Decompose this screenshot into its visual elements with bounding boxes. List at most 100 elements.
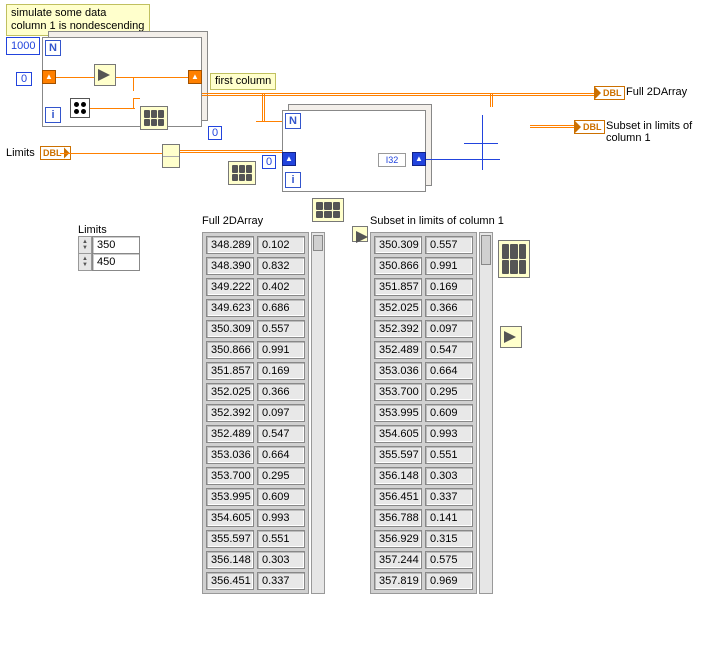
index-array-node-a — [162, 144, 180, 168]
build-array-node-1 — [140, 106, 168, 130]
table-cell: 349.222 — [206, 278, 254, 296]
table-cell: 0.295 — [425, 383, 473, 401]
table-cell: 0.366 — [257, 383, 305, 401]
full-2darray-terminal[interactable]: DBL — [594, 86, 625, 100]
loop2-n-terminal: N — [285, 113, 301, 129]
table-cell: 0.557 — [425, 236, 473, 254]
table-row: 351.8570.169 — [374, 278, 473, 296]
table-cell: 0.969 — [425, 572, 473, 590]
table-cell: 0.686 — [257, 299, 305, 317]
full-array-rows: 348.2890.102348.3900.832349.2220.402349.… — [202, 232, 309, 594]
table-cell: 0.547 — [425, 341, 473, 359]
table-cell: 0.991 — [425, 257, 473, 275]
table-cell: 0.557 — [257, 320, 305, 338]
table-cell: 0.097 — [425, 320, 473, 338]
table-cell: 0.169 — [425, 278, 473, 296]
table-cell: 356.451 — [206, 572, 254, 590]
table-cell: 348.390 — [206, 257, 254, 275]
subset-terminal[interactable]: DBL — [574, 120, 605, 134]
build-array-node-2 — [228, 161, 256, 185]
table-row: 349.2220.402 — [206, 278, 305, 296]
first-column-label: first column — [210, 73, 276, 90]
n-constant-1000[interactable]: 1000 — [6, 37, 40, 55]
zero-constant-2[interactable]: 0 — [208, 126, 222, 140]
full-array-scrollbar[interactable] — [311, 232, 325, 594]
table-cell: 0.993 — [257, 509, 305, 527]
table-row: 356.1480.303 — [206, 551, 305, 569]
table-cell: 357.244 — [374, 551, 422, 569]
table-cell: 352.392 — [374, 320, 422, 338]
limits-value-0[interactable]: 350 — [92, 236, 140, 254]
subset-label: Subset in limits of column 1 — [606, 120, 725, 144]
table-cell: 0.337 — [257, 572, 305, 590]
table-row: 348.2890.102 — [206, 236, 305, 254]
table-cell: 353.036 — [374, 362, 422, 380]
subset-array-header: Subset in limits of column 1 — [370, 215, 504, 227]
table-row: 350.8660.991 — [374, 257, 473, 275]
table-cell: 353.995 — [374, 404, 422, 422]
table-cell: 0.664 — [257, 446, 305, 464]
limits-value-1[interactable]: 450 — [92, 253, 140, 271]
table-row: 354.6050.993 — [206, 509, 305, 527]
spin-icon[interactable]: ▲▼ — [78, 253, 92, 271]
for-loop-find — [282, 110, 426, 192]
table-cell: 0.832 — [257, 257, 305, 275]
table-cell: 350.309 — [374, 236, 422, 254]
table-cell: 0.141 — [425, 509, 473, 527]
table-row: 352.0250.366 — [206, 383, 305, 401]
table-row: 356.4510.337 — [206, 572, 305, 590]
table-cell: 0.547 — [257, 425, 305, 443]
spin-icon[interactable]: ▲▼ — [78, 236, 92, 254]
comment-line1: simulate some data — [11, 7, 106, 19]
table-cell: 0.102 — [257, 236, 305, 254]
table-cell: 0.402 — [257, 278, 305, 296]
table-row: 355.5970.551 — [374, 446, 473, 464]
table-cell: 352.489 — [374, 341, 422, 359]
subset-array-scrollbar[interactable] — [479, 232, 493, 594]
table-cell: 352.025 — [374, 299, 422, 317]
random-dice-icon — [70, 98, 90, 118]
table-cell: 352.392 — [206, 404, 254, 422]
table-cell: 352.489 — [206, 425, 254, 443]
table-cell: 357.819 — [374, 572, 422, 590]
table-cell: 352.025 — [206, 383, 254, 401]
limits-in-label: Limits — [6, 147, 35, 159]
table-cell: 0.303 — [257, 551, 305, 569]
for-loop-generate — [42, 37, 202, 127]
table-cell: 354.605 — [206, 509, 254, 527]
table-cell: 0.991 — [257, 341, 305, 359]
table-cell: 356.148 — [206, 551, 254, 569]
zero-constant-1[interactable]: 0 — [16, 72, 32, 86]
table-row: 353.0360.664 — [374, 362, 473, 380]
table-cell: 0.575 — [425, 551, 473, 569]
table-row: 352.3920.097 — [206, 404, 305, 422]
table-cell: 0.551 — [425, 446, 473, 464]
table-cell: 356.788 — [374, 509, 422, 527]
table-cell: 353.700 — [206, 467, 254, 485]
table-row: 352.3920.097 — [374, 320, 473, 338]
table-cell: 0.303 — [425, 467, 473, 485]
table-row: 353.9950.609 — [206, 488, 305, 506]
table-cell: 0.337 — [425, 488, 473, 506]
table-cell: 356.929 — [374, 530, 422, 548]
table-cell: 348.289 — [206, 236, 254, 254]
to-i32-node: I32 — [378, 153, 406, 167]
table-cell: 0.295 — [257, 467, 305, 485]
limits-control[interactable]: Limits ▲▼350 ▲▼450 — [78, 224, 140, 270]
table-row: 356.1480.303 — [374, 467, 473, 485]
table-cell: 0.664 — [425, 362, 473, 380]
table-row: 352.0250.366 — [374, 299, 473, 317]
table-row: 350.3090.557 — [374, 236, 473, 254]
loop2-i-terminal: i — [285, 172, 301, 188]
full-array-header: Full 2DArray — [202, 215, 325, 227]
table-cell: 349.623 — [206, 299, 254, 317]
table-cell: 355.597 — [206, 530, 254, 548]
table-row: 352.4890.547 — [374, 341, 473, 359]
table-cell: 0.551 — [257, 530, 305, 548]
table-cell: 0.993 — [425, 425, 473, 443]
zero-constant-3[interactable]: 0 — [262, 155, 276, 169]
table-row: 354.6050.993 — [374, 425, 473, 443]
table-cell: 351.857 — [374, 278, 422, 296]
limits-control-label: Limits — [78, 224, 140, 236]
loop1-shift-left — [42, 70, 56, 84]
